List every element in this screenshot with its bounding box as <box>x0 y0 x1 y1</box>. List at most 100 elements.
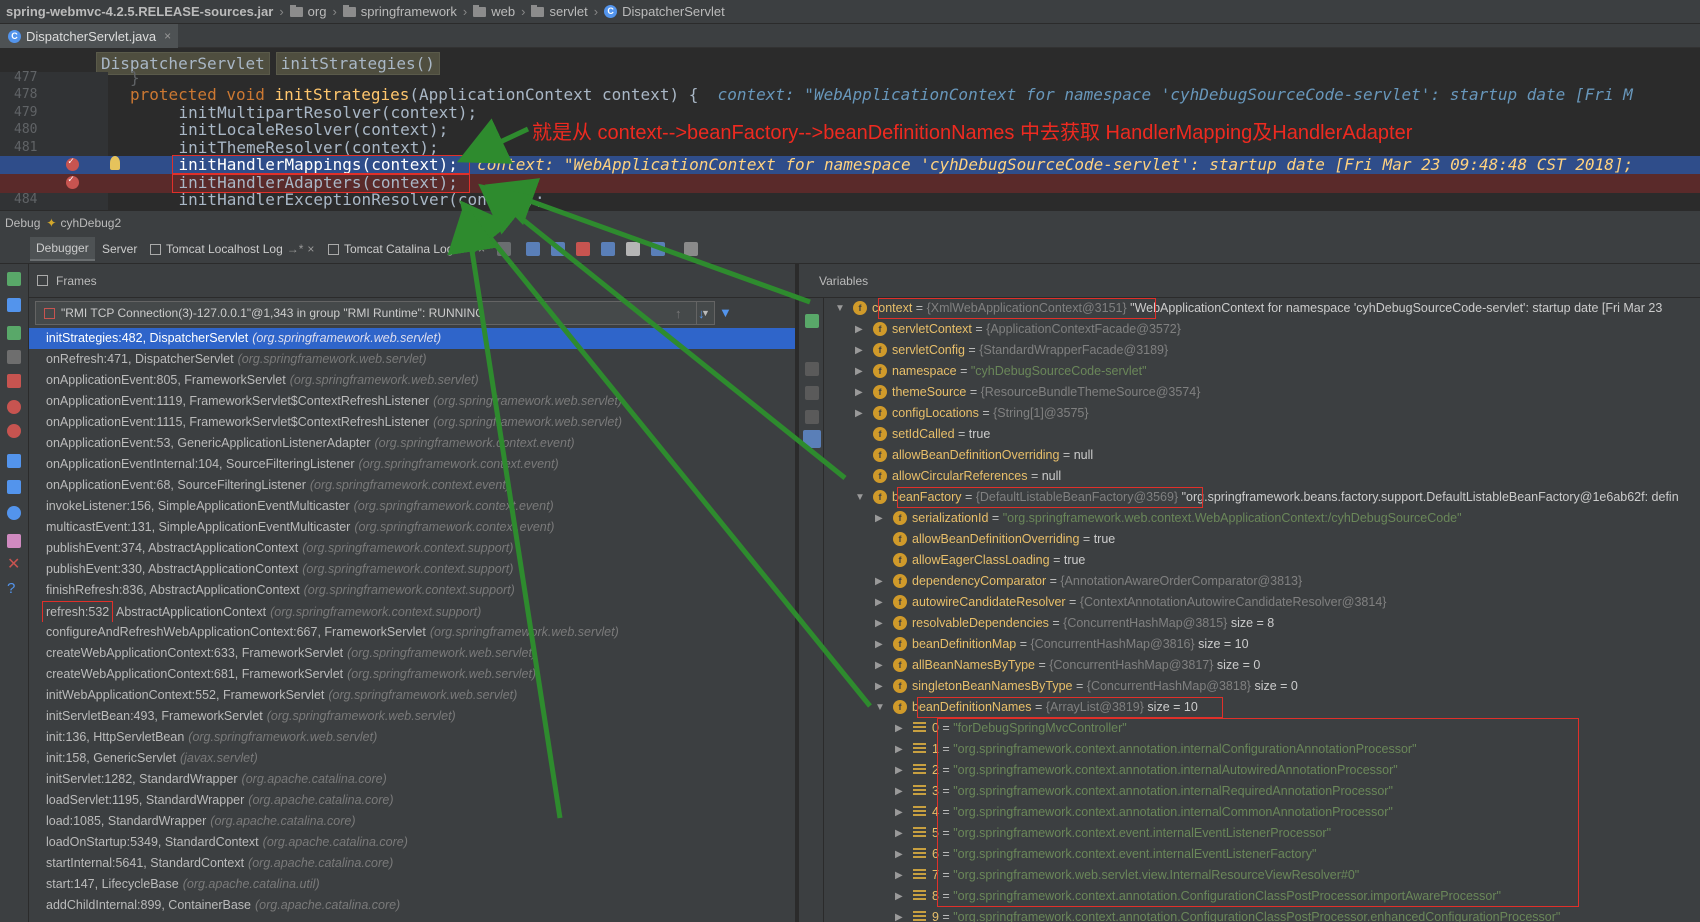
rerun-icon[interactable] <box>7 272 21 286</box>
chevron-right-icon[interactable]: ▶ <box>875 508 885 529</box>
pin-icon[interactable] <box>7 534 21 548</box>
variable-row[interactable]: f allowBeanDefinitionOverriding = null <box>825 445 1700 466</box>
variable-row[interactable]: f allowCircularReferences = null <box>825 466 1700 487</box>
variable-row[interactable]: ▶ f themeSource = {ResourceBundleThemeSour… <box>825 382 1700 403</box>
chevron-right-icon[interactable]: ▶ <box>855 319 865 340</box>
chevron-right-icon[interactable]: ▶ <box>895 886 905 907</box>
tab-tomcat-localhost-log[interactable]: Tomcat Localhost Log →* × <box>144 237 320 261</box>
chevron-down-icon[interactable]: ▼ <box>855 487 865 508</box>
chevron-right-icon[interactable]: ▶ <box>875 655 885 676</box>
frame-row[interactable]: createWebApplicationContext:681, Framewo… <box>29 664 795 685</box>
thread-dropdown[interactable]: "RMI TCP Connection(3)-127.0.0.1"@1,343 … <box>35 301 715 325</box>
frame-row[interactable]: onRefresh:471, DispatcherServlet (org.spr… <box>29 349 795 370</box>
view-breakpoints-icon[interactable] <box>7 400 21 414</box>
chevron-right-icon[interactable]: ▶ <box>875 571 885 592</box>
close-icon[interactable]: × <box>164 29 171 43</box>
frame-row[interactable]: publishEvent:330, AbstractApplicationCon… <box>29 559 795 580</box>
variable-row[interactable]: ▶ f beanDefinitionMap = {ConcurrentHashMap… <box>825 634 1700 655</box>
breadcrumb-item[interactable]: org <box>289 4 326 19</box>
editor-breadcrumb-method[interactable]: initStrategies() <box>275 52 440 75</box>
breadcrumb-item[interactable]: springframework <box>342 4 457 19</box>
mute-breakpoints-icon[interactable] <box>7 424 21 438</box>
frame-row[interactable]: loadServlet:1195, StandardWrapper (org.ap… <box>29 790 795 811</box>
chevron-right-icon[interactable]: ▶ <box>875 676 885 697</box>
pause-icon[interactable] <box>7 350 21 364</box>
frame-row[interactable]: onApplicationEvent:1115, FrameworkServle… <box>29 412 795 433</box>
frame-row[interactable]: init:136, HttpServletBean (org.springfram… <box>29 727 795 748</box>
variable-row[interactable]: ▶ f servletConfig = {StandardWrapperFacade… <box>825 340 1700 361</box>
tab-tomcat-catalina-log[interactable]: Tomcat Catalina Log →* × <box>322 237 491 261</box>
frame-row[interactable]: loadOnStartup:5349, StandardContext (org.… <box>29 832 795 853</box>
chevron-right-icon[interactable]: ▶ <box>895 739 905 760</box>
run-to-cursor-icon[interactable] <box>651 242 665 256</box>
frame-row[interactable]: refresh:532 AbstractApplicationContext (o… <box>29 601 795 622</box>
breakpoint-icon[interactable] <box>66 174 79 189</box>
force-step-into-icon[interactable] <box>576 242 590 256</box>
chevron-right-icon[interactable]: ▶ <box>875 634 885 655</box>
arrow-up-icon[interactable]: ↑ <box>675 306 682 321</box>
move-up-icon[interactable] <box>805 386 819 400</box>
tab-dispatcherservlet-java[interactable]: C DispatcherServlet.java × <box>0 24 178 48</box>
chevron-right-icon[interactable]: ▶ <box>855 361 865 382</box>
frame-row[interactable]: onApplicationEvent:1119, FrameworkServle… <box>29 391 795 412</box>
frame-row[interactable]: addChildInternal:899, ContainerBase (org.… <box>29 895 795 916</box>
arrow-down-icon[interactable]: ↓ <box>698 306 705 321</box>
tab-server[interactable]: Server <box>96 237 143 261</box>
frame-row[interactable]: publishEvent:374, AbstractApplicationCon… <box>29 538 795 559</box>
chevron-right-icon[interactable]: ▶ <box>855 403 865 424</box>
close-icon[interactable]: ✕ <box>7 557 21 573</box>
breakpoint-icon[interactable] <box>66 156 79 171</box>
step-into-icon[interactable] <box>551 242 565 256</box>
frame-row[interactable]: createWebApplicationContext:633, Framewo… <box>29 643 795 664</box>
variable-row[interactable]: ▶ f singletonBeanNamesByType = {Concurrent… <box>825 676 1700 697</box>
chevron-right-icon[interactable]: ▶ <box>895 718 905 739</box>
frame-row[interactable]: start:147, LifecycleBase (org.apache.cata… <box>29 874 795 895</box>
frame-row[interactable]: initWebApplicationContext:552, Framework… <box>29 685 795 706</box>
frame-row[interactable]: startInternal:5641, StandardContext (org.… <box>29 853 795 874</box>
frame-row[interactable]: load:1085, StandardWrapper (org.apache.ca… <box>29 811 795 832</box>
remove-watch-icon[interactable] <box>805 362 819 376</box>
variable-row[interactable]: f allowBeanDefinitionOverriding = true <box>825 529 1700 550</box>
frame-row[interactable]: configureAndRefreshWebApplicationContext… <box>29 622 795 643</box>
chevron-right-icon[interactable]: ▶ <box>855 340 865 361</box>
new-watch-icon[interactable] <box>805 314 819 328</box>
drop-frame-icon[interactable] <box>626 242 640 256</box>
variable-row[interactable]: ▶ f dependencyComparator = {AnnotationAwar… <box>825 571 1700 592</box>
frame-row[interactable]: initServlet:1282, StandardWrapper (org.ap… <box>29 769 795 790</box>
variable-row[interactable]: f allowEagerClassLoading = true <box>825 550 1700 571</box>
resume-icon[interactable] <box>7 326 21 340</box>
restore-layout-icon[interactable] <box>7 480 21 494</box>
variable-row[interactable]: ▶ 9 = "org.springframework.context.annota… <box>825 907 1700 922</box>
chevron-right-icon[interactable]: ▶ <box>875 613 885 634</box>
watches-toggle-icon[interactable] <box>803 430 821 448</box>
frame-row[interactable]: initStrategies:482, DispatcherServlet (or… <box>29 328 795 349</box>
chevron-right-icon[interactable]: ▶ <box>895 844 905 865</box>
breadcrumb-item[interactable]: web <box>473 4 515 19</box>
lightbulb-icon[interactable] <box>110 156 120 170</box>
breadcrumb-item[interactable]: spring-webmvc-4.2.5.RELEASE-sources.jar <box>6 4 273 19</box>
help-icon[interactable]: ? <box>7 581 21 596</box>
variable-row[interactable]: ▶ f servletContext = {ApplicationContextFa… <box>825 319 1700 340</box>
variable-row[interactable]: ▶ f configLocations = {String[1]@3575} <box>825 403 1700 424</box>
chevron-right-icon[interactable]: ▶ <box>855 382 865 403</box>
variable-row[interactable]: ▶ f namespace = "cyhDebugSourceCode-servle… <box>825 361 1700 382</box>
duplicate-icon[interactable] <box>805 410 819 424</box>
frame-row[interactable]: init:158, GenericServlet (javax.servlet) <box>29 748 795 769</box>
settings-gear-icon[interactable] <box>7 506 21 520</box>
frame-row[interactable]: onApplicationEvent:53, GenericApplicatio… <box>29 433 795 454</box>
chevron-right-icon[interactable]: ▶ <box>895 907 905 922</box>
variable-row[interactable]: ▶ f serializationId = "org.springframework… <box>825 508 1700 529</box>
variable-row[interactable]: ▶ f autowireCandidateResolver = {ContextAn… <box>825 592 1700 613</box>
frame-row[interactable]: invokeListener:156, SimpleApplicationEve… <box>29 496 795 517</box>
filter-icon[interactable]: ▼ <box>719 305 732 320</box>
editor-breadcrumb-class[interactable]: DispatcherServlet <box>96 52 270 75</box>
chevron-down-icon[interactable]: ▼ <box>835 298 845 319</box>
variable-row[interactable]: f setIdCalled = true <box>825 424 1700 445</box>
evaluate-expression-icon[interactable] <box>684 242 698 256</box>
breadcrumb-item[interactable]: servlet <box>531 4 588 19</box>
camera-icon[interactable] <box>7 454 21 468</box>
variable-row[interactable]: ▶ f allBeanNamesByType = {ConcurrentHashMa… <box>825 655 1700 676</box>
chevron-right-icon[interactable]: ▶ <box>895 760 905 781</box>
chevron-right-icon[interactable]: ▶ <box>895 865 905 886</box>
stop-icon[interactable] <box>7 374 21 388</box>
